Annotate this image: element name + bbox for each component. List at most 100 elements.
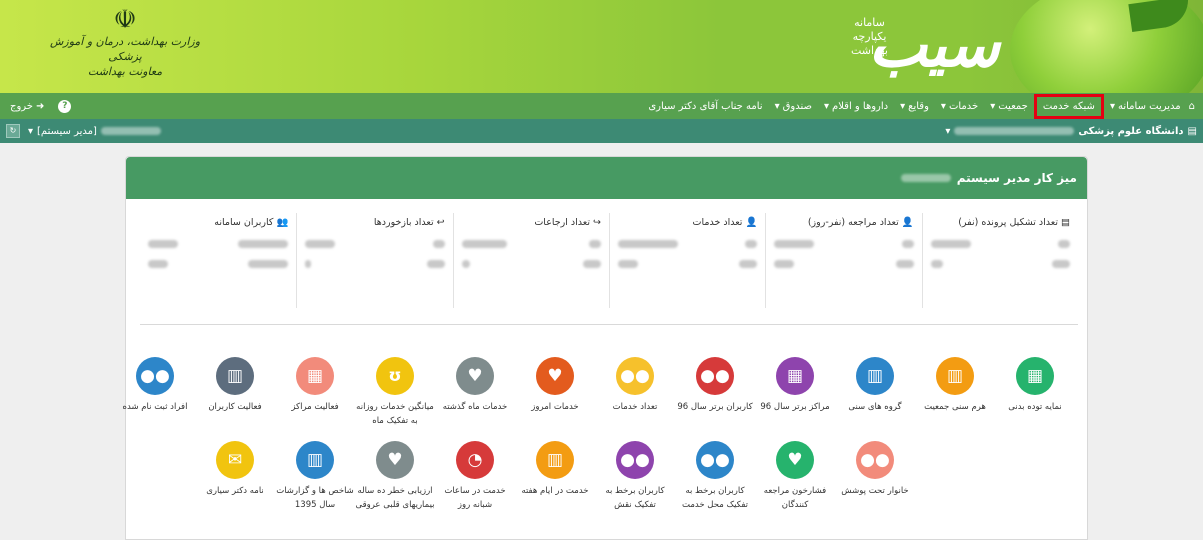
tile-daily-average[interactable]: ʊ میانگین خدمات روزانه به تفکیک ماه <box>354 357 436 428</box>
nav-label: مدیریت سامانه <box>1117 100 1181 112</box>
nav-letter[interactable]: نامه جناب آقای دکتر سیاری <box>642 93 768 119</box>
nav-label: خدمات <box>948 100 979 112</box>
stat-files: ▤ تعداد تشکیل پرونده (نفر) <box>921 213 1078 308</box>
tile-label: میانگین خدمات روزانه به تفکیک ماه <box>356 402 434 426</box>
bar-chart-icon: ▥ <box>216 357 254 395</box>
logout-button[interactable]: ➜ خروج <box>10 101 44 112</box>
tile-blood-pressure[interactable]: ♥ فشارخون مراجعه کنندگان <box>754 441 836 512</box>
tile-label: خدمات امروز <box>531 402 579 412</box>
nav-system-management[interactable]: مدیریت سامانه ▾ <box>1104 93 1187 119</box>
university-selector[interactable]: ▤ دانشگاه علوم پزشکی ▾ <box>945 126 1197 137</box>
tile-label: کاربران برخط به تفکیک نقش <box>605 486 665 510</box>
nav-services[interactable]: خدمات ▾ <box>935 93 984 119</box>
bar-chart-icon: ▥ <box>296 441 334 479</box>
stat-referrals: ↪ تعداد ارجاعات <box>452 213 609 308</box>
stat-feedbacks: ↩ تعداد بازخوردها <box>296 213 452 308</box>
refresh-icon[interactable]: ↻ <box>6 124 20 138</box>
users-icon: ●● <box>696 357 734 395</box>
tile-population-pyramid[interactable]: ▥ هرم سنی جمعیت <box>914 357 996 414</box>
tile-label: کاربران برخط به تفکیک محل خدمت <box>681 486 749 510</box>
nav-label: داروها و اقلام <box>832 100 889 112</box>
nav-label: جمعیت <box>998 100 1028 112</box>
tile-top-centers[interactable]: ▦ مراکز برتر سال 96 <box>754 357 836 414</box>
tile-label: شاخص ها و گزارشات سال 1395 <box>276 486 354 510</box>
users-icon: ●● <box>616 441 654 479</box>
tile-label: گروه های سنی <box>848 402 902 412</box>
tile-bmi[interactable]: ▦ نمایه توده بدنی <box>994 357 1076 414</box>
bar-chart-icon: ▥ <box>856 357 894 395</box>
building-icon: ▦ <box>1016 357 1054 395</box>
dashboard-panel: میز کار مدیر سیستم ▤ تعداد تشکیل پرونده … <box>123 156 1088 540</box>
tile-cardio-risk[interactable]: ♥ ارزیابی خطر ده ساله بیماریهای قلبی عرو… <box>354 441 436 512</box>
user-icon: 👤 <box>901 217 914 228</box>
tile-indicators-1395[interactable]: ▥ شاخص ها و گزارشات سال 1395 <box>274 441 356 512</box>
stat-title: تعداد تشکیل پرونده (نفر) <box>958 217 1058 228</box>
panel-user-redacted <box>900 174 951 182</box>
panel-header: میز کار مدیر سیستم <box>126 157 1087 199</box>
tile-last-month-services[interactable]: ♥ خدمات ماه گذشته <box>434 357 516 414</box>
bar-chart-icon: ▥ <box>936 357 974 395</box>
tile-label: مراکز برتر سال 96 <box>760 402 830 412</box>
chevron-down-icon: ▾ <box>774 100 780 112</box>
stat-title: تعداد مراجعه (نفر-روز) <box>807 217 899 228</box>
help-icon[interactable]: ? <box>58 99 72 113</box>
main-navbar: ⌂ مدیریت سامانه ▾ شبکه خدمت جمعیت ▾ خدما… <box>0 93 1203 119</box>
nav-service-network[interactable]: شبکه خدمت <box>1033 93 1104 119</box>
sib-brand-text: سیب <box>868 8 1000 81</box>
tile-today-services[interactable]: ♥ خدمات امروز <box>514 357 596 414</box>
tile-letter[interactable]: ✉ نامه دکتر سیاری <box>194 441 276 498</box>
tile-label: ارزیابی خطر ده ساله بیماریهای قلبی عروقی <box>355 486 435 510</box>
users-icon: ●● <box>616 357 654 395</box>
user-role-selector[interactable]: [مدیر سیستم] ▾ ↻ <box>6 124 161 138</box>
tile-online-users-role[interactable]: ●● کاربران برخط به تفکیک نقش <box>594 441 676 512</box>
envelope-icon: ✉ <box>216 441 254 479</box>
chevron-down-icon: ▾ <box>900 100 906 112</box>
tile-label: نامه دکتر سیاری <box>206 486 264 496</box>
share-icon: ↪ <box>593 217 601 228</box>
tile-top-users[interactable]: ●● کاربران برتر سال 96 <box>674 357 756 414</box>
tile-label: افراد ثبت نام شده <box>122 402 188 412</box>
tile-user-activity[interactable]: ▥ فعالیت کاربران <box>194 357 276 414</box>
nav-inbox[interactable]: صندوق ▾ <box>769 93 818 119</box>
logout-label: خروج <box>10 100 33 112</box>
header-banner: ☫ وزارت بهداشت، درمان و آموزش پزشکی معاو… <box>0 0 1203 93</box>
nav-label: نامه جناب آقای دکتر سیاری <box>648 100 763 112</box>
tile-label: نمایه توده بدنی <box>1008 402 1062 412</box>
user-name-redacted <box>100 127 161 135</box>
nav-label: وقایع <box>908 100 929 112</box>
nav-population[interactable]: جمعیت ▾ <box>984 93 1034 119</box>
tile-age-groups[interactable]: ▥ گروه های سنی <box>834 357 916 414</box>
tile-service-weekdays[interactable]: ▥ خدمت در ایام هفته <box>514 441 596 498</box>
heartbeat-icon: ♥ <box>376 441 414 479</box>
nav-drugs-items[interactable]: داروها و اقلام ▾ <box>818 93 894 119</box>
university-name-redacted <box>954 127 1075 135</box>
heartbeat-icon: ♥ <box>776 441 814 479</box>
ministry-deputy: معاونت بهداشت <box>87 65 163 78</box>
tile-center-activity[interactable]: ▦ فعالیت مراکز <box>274 357 356 414</box>
nav-events[interactable]: وقایع ▾ <box>894 93 935 119</box>
stethoscope-icon: ʊ <box>376 357 414 395</box>
stat-title: تعداد خدمات <box>692 217 743 228</box>
stats-row: ▤ تعداد تشکیل پرونده (نفر) 👤 تعداد مراجع… <box>140 213 1078 325</box>
tile-label: فشارخون مراجعه کنندگان <box>763 486 827 510</box>
tile-label: فعالیت کاربران <box>208 402 262 412</box>
iran-emblem-icon: ☫ <box>113 5 137 35</box>
users-icon: 👥 <box>276 217 289 228</box>
tile-registered-people[interactable]: ●● افراد ثبت نام شده <box>114 357 196 414</box>
stat-users: 👥 کاربران سامانه <box>140 213 296 308</box>
heartbeat-icon: ♥ <box>536 357 574 395</box>
building-icon: ▦ <box>296 357 334 395</box>
tile-service-hours[interactable]: ◔ خدمت در ساعات شبانه روز <box>434 441 516 512</box>
file-icon: ▤ <box>1061 217 1070 228</box>
chevron-down-icon: ▾ <box>940 100 946 112</box>
users-icon: ●● <box>696 441 734 479</box>
tile-covered-households[interactable]: ●● خانوار تحت پوشش <box>834 441 916 498</box>
home-icon[interactable]: ⌂ <box>1187 93 1203 119</box>
stat-visits: 👤 تعداد مراجعه (نفر-روز) <box>765 213 921 308</box>
user-role-label: [مدیر سیستم] <box>37 125 97 137</box>
tile-services-count[interactable]: ●● تعداد خدمات <box>594 357 676 414</box>
logout-icon: ➜ <box>35 100 45 112</box>
tile-online-users-location[interactable]: ●● کاربران برخط به تفکیک محل خدمت <box>674 441 756 512</box>
stat-services: 👤 تعداد خدمات <box>608 213 765 308</box>
sib-logo: سامانه یکپارچه بهداشت سیب <box>820 8 1000 88</box>
